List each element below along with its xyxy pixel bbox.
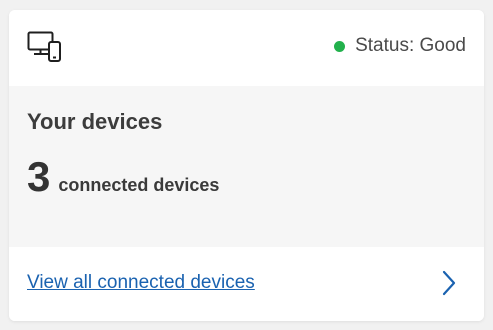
status-indicator: Status: Good [334, 35, 466, 57]
card-header: Status: Good [9, 10, 484, 86]
status-text: Status: Good [355, 35, 466, 56]
view-all-devices-link[interactable]: View all connected devices [27, 272, 255, 294]
devices-summary: Your devices 3 connected devices [9, 86, 484, 247]
status-dot [334, 40, 346, 52]
device-count-row: 3 connected devices [27, 156, 219, 198]
chevron-right-icon[interactable] [442, 270, 456, 296]
device-count-label: connected devices [58, 175, 220, 195]
section-title: Your devices [27, 109, 163, 134]
view-all-devices-row[interactable]: View all connected devices [9, 247, 484, 321]
devices-icon [27, 31, 61, 62]
devices-card: Status: Good Your devices 3 connected de… [9, 10, 484, 321]
device-count: 3 [27, 153, 51, 200]
